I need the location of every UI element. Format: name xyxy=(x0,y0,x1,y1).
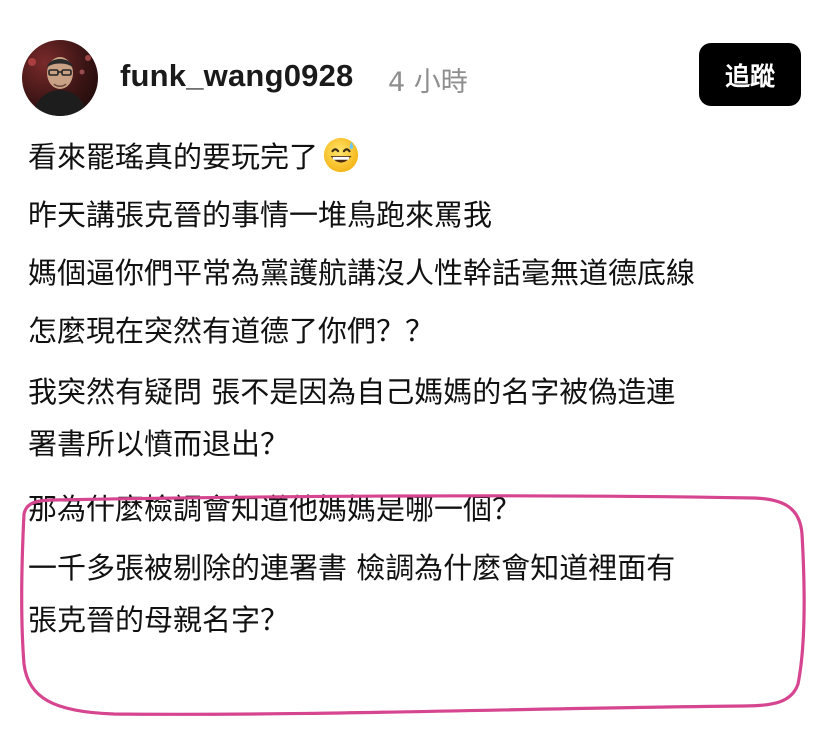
post-line: 昨天講張克晉的事情一堆鳥跑來罵我 xyxy=(28,198,493,232)
post-line: 署書所以憤而退出？ xyxy=(28,427,290,461)
post-line-text: 看來罷瑤真的要玩完了 xyxy=(28,140,319,174)
post-line: 怎麼現在突然有道德了你們？？ xyxy=(28,314,435,348)
post-line: 媽個逼你們平常為黨護航講沒人性幹話毫無道德底線 xyxy=(28,256,696,290)
post-timestamp: 4 小時 xyxy=(388,67,468,98)
avatar[interactable] xyxy=(22,40,98,116)
profile-photo xyxy=(28,55,91,116)
post-line: 我突然有疑問 張不是因為自己媽媽的名字被偽造連 xyxy=(28,375,676,409)
grinning-face-with-sweat-icon xyxy=(323,137,359,173)
username[interactable]: funk_wang0928 xyxy=(120,58,353,94)
post-line: 看來罷瑤真的要玩完了 xyxy=(28,128,808,186)
highlight-annotation xyxy=(20,494,806,716)
follow-button[interactable]: 追蹤 xyxy=(699,43,801,106)
